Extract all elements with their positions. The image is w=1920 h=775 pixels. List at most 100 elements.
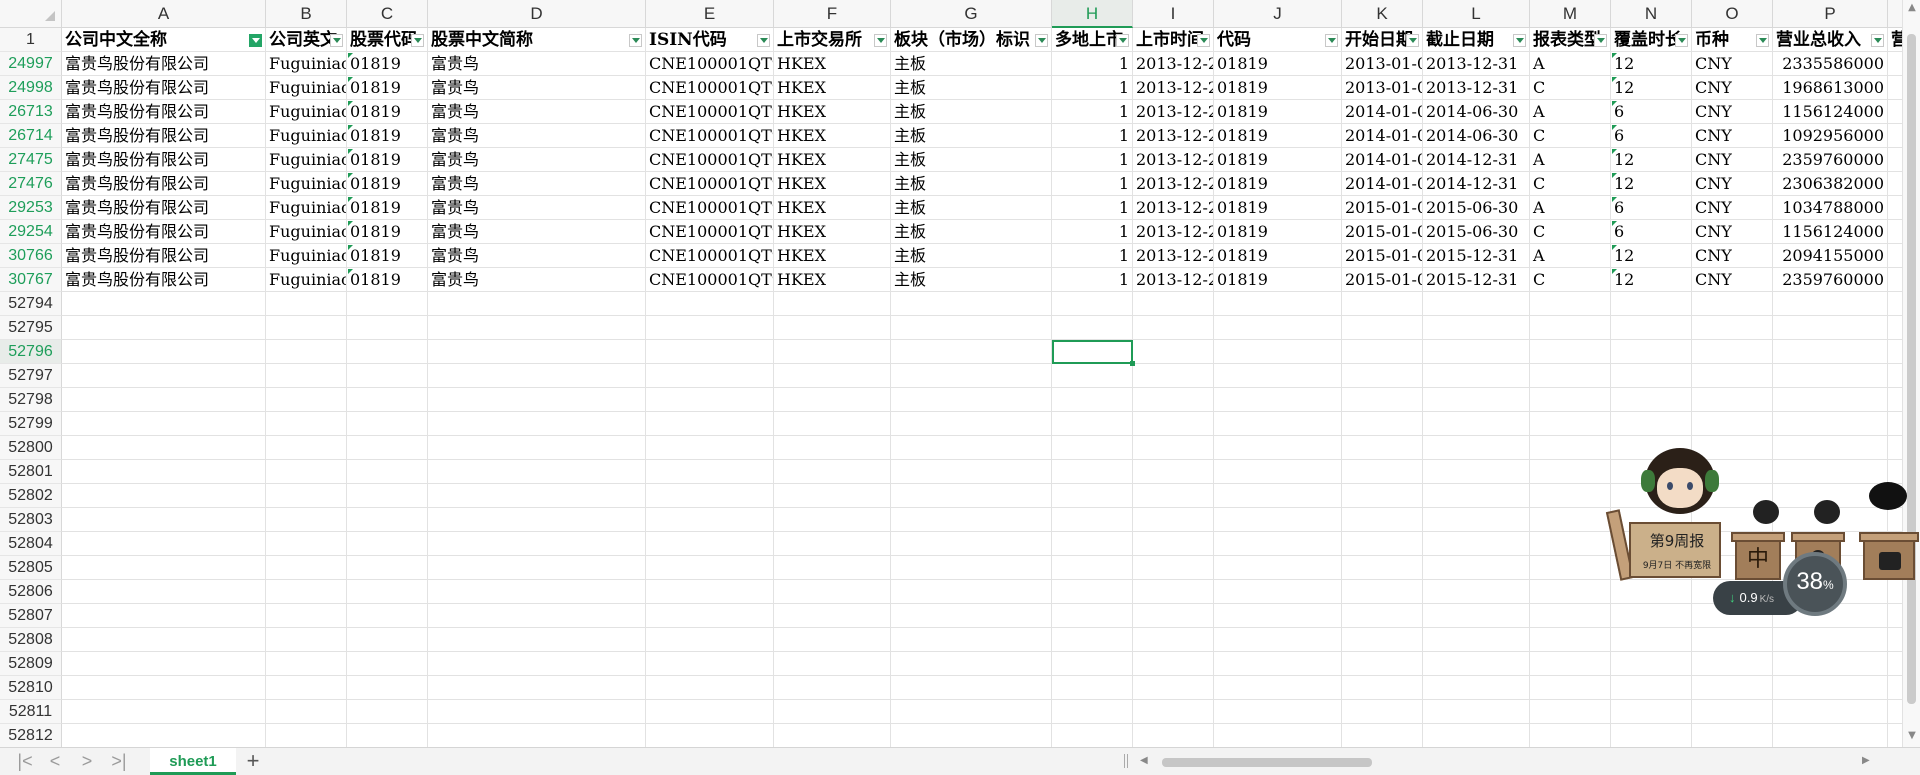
horizontal-scrollbar[interactable]: ◀ ▶: [1140, 753, 1870, 769]
empty-cell[interactable]: [774, 316, 891, 340]
empty-cell[interactable]: [891, 628, 1052, 652]
empty-cell[interactable]: [891, 388, 1052, 412]
data-cell[interactable]: 2014-01-01: [1342, 124, 1423, 148]
empty-cell[interactable]: [774, 364, 891, 388]
data-cell[interactable]: 01819: [347, 52, 428, 76]
empty-cell[interactable]: [891, 652, 1052, 676]
empty-cell[interactable]: [62, 340, 266, 364]
column-header-d[interactable]: D: [428, 0, 646, 28]
empty-cell[interactable]: [1133, 724, 1214, 748]
empty-cell[interactable]: [1692, 652, 1773, 676]
empty-cell[interactable]: [646, 724, 774, 748]
data-cell[interactable]: Fuguiniao: [266, 220, 347, 244]
empty-cell[interactable]: [1342, 460, 1423, 484]
empty-cell[interactable]: [1052, 412, 1133, 436]
filter-dropdown-icon[interactable]: [1197, 34, 1210, 47]
empty-cell[interactable]: [62, 484, 266, 508]
data-cell[interactable]: 2014-01-01: [1342, 172, 1423, 196]
empty-cell[interactable]: [891, 700, 1052, 724]
empty-cell[interactable]: [1052, 532, 1133, 556]
empty-cell[interactable]: [1530, 412, 1611, 436]
empty-cell[interactable]: [266, 316, 347, 340]
empty-cell[interactable]: [1133, 508, 1214, 532]
empty-cell[interactable]: [1214, 580, 1342, 604]
empty-cell[interactable]: [774, 412, 891, 436]
empty-cell[interactable]: [266, 388, 347, 412]
empty-cell[interactable]: [1214, 676, 1342, 700]
empty-cell[interactable]: [1052, 460, 1133, 484]
data-cell[interactable]: 1: [1052, 100, 1133, 124]
column-header-j[interactable]: J: [1214, 0, 1342, 28]
empty-cell[interactable]: [347, 556, 428, 580]
data-cell[interactable]: 主板: [891, 124, 1052, 148]
data-cell[interactable]: 富贵鸟股份有限公司: [62, 148, 266, 172]
empty-cell[interactable]: [347, 460, 428, 484]
empty-cell[interactable]: [774, 340, 891, 364]
empty-cell[interactable]: [1214, 292, 1342, 316]
empty-cell[interactable]: [266, 364, 347, 388]
empty-cell[interactable]: [891, 316, 1052, 340]
data-cell[interactable]: CNE100001QT9: [646, 172, 774, 196]
data-cell[interactable]: 2094155000: [1773, 244, 1888, 268]
empty-cell[interactable]: [1342, 292, 1423, 316]
empty-cell[interactable]: [774, 604, 891, 628]
data-cell[interactable]: Fuguiniao: [266, 196, 347, 220]
empty-cell[interactable]: [1133, 460, 1214, 484]
data-cell[interactable]: 2014-01-01: [1342, 100, 1423, 124]
data-cell[interactable]: Fuguiniao: [266, 52, 347, 76]
empty-cell[interactable]: [266, 340, 347, 364]
header-cell[interactable]: 代码: [1214, 28, 1342, 52]
row-header[interactable]: 52807: [0, 604, 62, 628]
empty-cell[interactable]: [347, 604, 428, 628]
data-cell[interactable]: 1156124000: [1773, 220, 1888, 244]
data-cell[interactable]: 富贵鸟股份有限公司: [62, 220, 266, 244]
filter-dropdown-icon[interactable]: [1035, 34, 1048, 47]
column-header-m[interactable]: M: [1530, 0, 1611, 28]
empty-cell[interactable]: [1342, 484, 1423, 508]
empty-cell[interactable]: [774, 652, 891, 676]
empty-cell[interactable]: [646, 700, 774, 724]
data-cell[interactable]: Fuguiniao: [266, 148, 347, 172]
data-cell[interactable]: 12: [1611, 268, 1692, 292]
empty-cell[interactable]: [266, 700, 347, 724]
filter-active-icon[interactable]: [249, 34, 262, 47]
row-header[interactable]: 52804: [0, 532, 62, 556]
empty-cell[interactable]: [428, 652, 646, 676]
empty-cell[interactable]: [266, 580, 347, 604]
data-cell[interactable]: CNY: [1692, 220, 1773, 244]
column-header-h[interactable]: H: [1052, 0, 1133, 28]
empty-cell[interactable]: [1214, 700, 1342, 724]
empty-cell[interactable]: [428, 724, 646, 748]
row-header[interactable]: 26714: [0, 124, 62, 148]
filter-dropdown-icon[interactable]: [1675, 34, 1688, 47]
empty-cell[interactable]: [1133, 364, 1214, 388]
data-cell[interactable]: CNE100001QT9: [646, 268, 774, 292]
empty-cell[interactable]: [347, 700, 428, 724]
empty-cell[interactable]: [1423, 700, 1530, 724]
empty-cell[interactable]: [266, 412, 347, 436]
data-cell[interactable]: 主板: [891, 220, 1052, 244]
data-cell[interactable]: 01819: [1214, 172, 1342, 196]
row-header[interactable]: 52803: [0, 508, 62, 532]
empty-cell[interactable]: [266, 556, 347, 580]
empty-cell[interactable]: [1052, 604, 1133, 628]
data-cell[interactable]: CNE100001QT9: [646, 52, 774, 76]
empty-cell[interactable]: [891, 364, 1052, 388]
column-header-f[interactable]: F: [774, 0, 891, 28]
empty-cell[interactable]: [1133, 604, 1214, 628]
empty-cell[interactable]: [1342, 676, 1423, 700]
empty-cell[interactable]: [1611, 652, 1692, 676]
row-header[interactable]: 27475: [0, 148, 62, 172]
data-cell[interactable]: 主板: [891, 148, 1052, 172]
empty-cell[interactable]: [428, 364, 646, 388]
data-cell[interactable]: CNE100001QT9: [646, 100, 774, 124]
data-cell[interactable]: 2015-06-30: [1423, 220, 1530, 244]
filter-dropdown-icon[interactable]: [1513, 34, 1526, 47]
empty-cell[interactable]: [347, 364, 428, 388]
column-header-b[interactable]: B: [266, 0, 347, 28]
empty-cell[interactable]: [347, 292, 428, 316]
filter-dropdown-icon[interactable]: [1325, 34, 1338, 47]
data-cell[interactable]: 2359760000: [1773, 148, 1888, 172]
empty-cell[interactable]: [646, 484, 774, 508]
empty-cell[interactable]: [1692, 700, 1773, 724]
